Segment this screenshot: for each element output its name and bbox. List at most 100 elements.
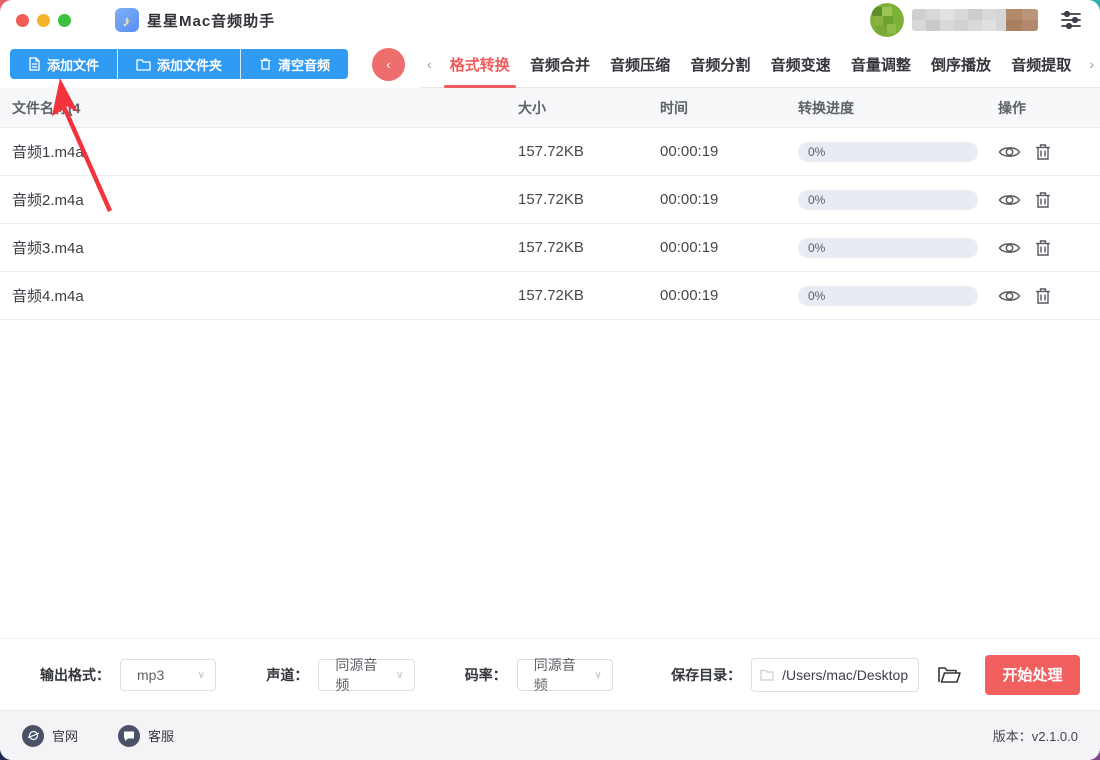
- view-icon[interactable]: [998, 240, 1021, 256]
- traffic-lights: [16, 13, 71, 27]
- col-progress: 转换进度: [798, 99, 854, 116]
- file-duration: 00:00:19: [660, 239, 719, 256]
- official-site-link[interactable]: 官网: [22, 724, 79, 747]
- delete-icon[interactable]: [1035, 239, 1051, 257]
- file-duration: 00:00:19: [660, 143, 719, 160]
- progress-text: 0%: [808, 240, 826, 255]
- channel-select[interactable]: 同源音频 ∨: [318, 657, 415, 693]
- clear-audio-label: 清空音频: [278, 57, 331, 73]
- view-icon[interactable]: [998, 144, 1021, 160]
- add-folder-button[interactable]: 添加文件夹: [118, 49, 242, 79]
- tab-volume-adjust[interactable]: 音量调整: [849, 41, 913, 87]
- col-size: 大小: [518, 99, 546, 116]
- app-window: ♪ 星星Mac音频助手 添加文件 添加文件夹 清空音频 ‹ ‹ 格式转换 音频合…: [0, 0, 1100, 760]
- output-format-label: 输出格式：: [40, 666, 110, 683]
- table-row: 音频2.m4a 157.72KB 00:00:19 0%: [0, 176, 1100, 224]
- output-format-value: mp3: [137, 666, 165, 683]
- tabs-scroll-left-button[interactable]: ‹: [421, 56, 438, 72]
- start-process-button[interactable]: 开始处理: [985, 654, 1081, 695]
- browse-folder-icon[interactable]: [937, 665, 961, 685]
- tab-audio-split[interactable]: 音频分割: [688, 41, 752, 87]
- col-time: 时间: [660, 99, 688, 116]
- channel-value: 同源音频: [335, 656, 378, 693]
- action-bar: 添加文件 添加文件夹 清空音频 ‹ ‹ 格式转换 音频合并 音频压缩 音频分割 …: [0, 40, 1100, 88]
- user-avatar[interactable]: [870, 3, 904, 37]
- progress-bar: 0%: [798, 285, 978, 306]
- file-size: 157.72KB: [518, 191, 584, 208]
- progress-text: 0%: [808, 144, 826, 159]
- tab-audio-merge[interactable]: 音频合并: [528, 41, 592, 87]
- chevron-down-icon: ∨: [197, 669, 206, 681]
- progress-text: 0%: [808, 192, 826, 207]
- file-name: 音频4.m4a: [12, 288, 84, 305]
- folder-icon: [760, 669, 774, 681]
- channel-label: 声道：: [266, 666, 309, 683]
- progress-bar: 0%: [798, 237, 978, 258]
- close-window-button[interactable]: [16, 13, 29, 27]
- title-bar: ♪ 星星Mac音频助手: [0, 0, 1100, 40]
- col-ops: 操作: [998, 99, 1026, 116]
- file-size: 157.72KB: [518, 143, 584, 160]
- empty-area: [0, 320, 1100, 638]
- add-file-button[interactable]: 添加文件: [10, 49, 119, 79]
- support-link[interactable]: 客服: [118, 724, 175, 747]
- minimize-window-button[interactable]: [37, 13, 50, 27]
- add-file-label: 添加文件: [47, 57, 100, 73]
- clear-audio-button[interactable]: 清空音频: [241, 49, 349, 79]
- delete-icon[interactable]: [1035, 287, 1051, 305]
- file-name: 音频1.m4a: [12, 144, 84, 161]
- app-logo-icon: ♪: [115, 8, 139, 32]
- tab-audio-speed[interactable]: 音频变速: [769, 41, 833, 87]
- file-icon: [29, 57, 40, 71]
- file-duration: 00:00:19: [660, 287, 719, 304]
- chevron-left-icon: ‹: [386, 56, 391, 72]
- file-size: 157.72KB: [518, 287, 584, 304]
- table-header: 文件名称(4 大小 时间 转换进度 操作: [0, 88, 1100, 128]
- view-icon[interactable]: [998, 192, 1021, 208]
- tab-reverse-play[interactable]: 倒序播放: [929, 41, 993, 87]
- progress-bar: 0%: [798, 189, 978, 210]
- chat-icon: [118, 724, 141, 747]
- tab-format-convert[interactable]: 格式转换: [443, 41, 516, 88]
- bitrate-select[interactable]: 同源音频 ∨: [516, 657, 614, 693]
- folder-icon: [136, 58, 151, 71]
- tabs-scroll-left-highlight[interactable]: ‹: [372, 47, 406, 81]
- chevron-down-icon: ∨: [594, 669, 603, 681]
- file-duration: 00:00:19: [660, 191, 719, 208]
- delete-icon[interactable]: [1035, 143, 1051, 161]
- add-folder-label: 添加文件夹: [157, 57, 223, 73]
- tabs: 格式转换 音频合并 音频压缩 音频分割 音频变速 音量调整 倒序播放 音频提取: [438, 41, 1084, 88]
- settings-sliders-icon[interactable]: [1058, 7, 1084, 33]
- tab-strip: ‹ 格式转换 音频合并 音频压缩 音频分割 音频变速 音量调整 倒序播放 音频提…: [421, 40, 1100, 88]
- save-dir-input[interactable]: /Users/mac/Desktop: [751, 657, 920, 692]
- app-title: 星星Mac音频助手: [147, 12, 276, 30]
- tab-audio-extract[interactable]: 音频提取: [1009, 41, 1073, 87]
- zoom-window-button[interactable]: [58, 13, 71, 27]
- view-icon[interactable]: [998, 288, 1021, 304]
- file-actions-group: 添加文件 添加文件夹 清空音频: [10, 49, 349, 79]
- progress-bar: 0%: [798, 141, 978, 162]
- official-site-label: 官网: [52, 729, 79, 744]
- col-filename: 文件名称(4: [12, 99, 81, 116]
- output-format-select[interactable]: mp3 ∨: [120, 658, 217, 691]
- table-row: 音频4.m4a 157.72KB 00:00:19 0%: [0, 272, 1100, 320]
- save-dir-label: 保存目录：: [671, 666, 742, 683]
- footer: 官网 客服 版本：v2.1.0.0: [0, 710, 1100, 760]
- settings-bar: 输出格式： mp3 ∨ 声道： 同源音频 ∨ 码率： 同源音频 ∨ 保存目录： …: [0, 638, 1100, 710]
- chevron-down-icon: ∨: [395, 669, 404, 681]
- tabs-scroll-right-button[interactable]: ›: [1083, 56, 1100, 72]
- support-label: 客服: [148, 729, 175, 744]
- bitrate-value: 同源音频: [533, 656, 576, 693]
- bitrate-label: 码率：: [464, 666, 507, 683]
- version-text: 版本：v2.1.0.0: [992, 729, 1078, 744]
- file-name: 音频3.m4a: [12, 240, 84, 257]
- file-size: 157.72KB: [518, 239, 584, 256]
- table-row: 音频3.m4a 157.72KB 00:00:19 0%: [0, 224, 1100, 272]
- delete-icon[interactable]: [1035, 191, 1051, 209]
- username-redacted: [912, 9, 1038, 31]
- trash-icon: [260, 58, 271, 70]
- website-icon: [22, 724, 44, 747]
- file-name: 音频2.m4a: [12, 192, 84, 209]
- save-dir-value: /Users/mac/Desktop: [782, 666, 909, 683]
- tab-audio-compress[interactable]: 音频压缩: [608, 41, 672, 87]
